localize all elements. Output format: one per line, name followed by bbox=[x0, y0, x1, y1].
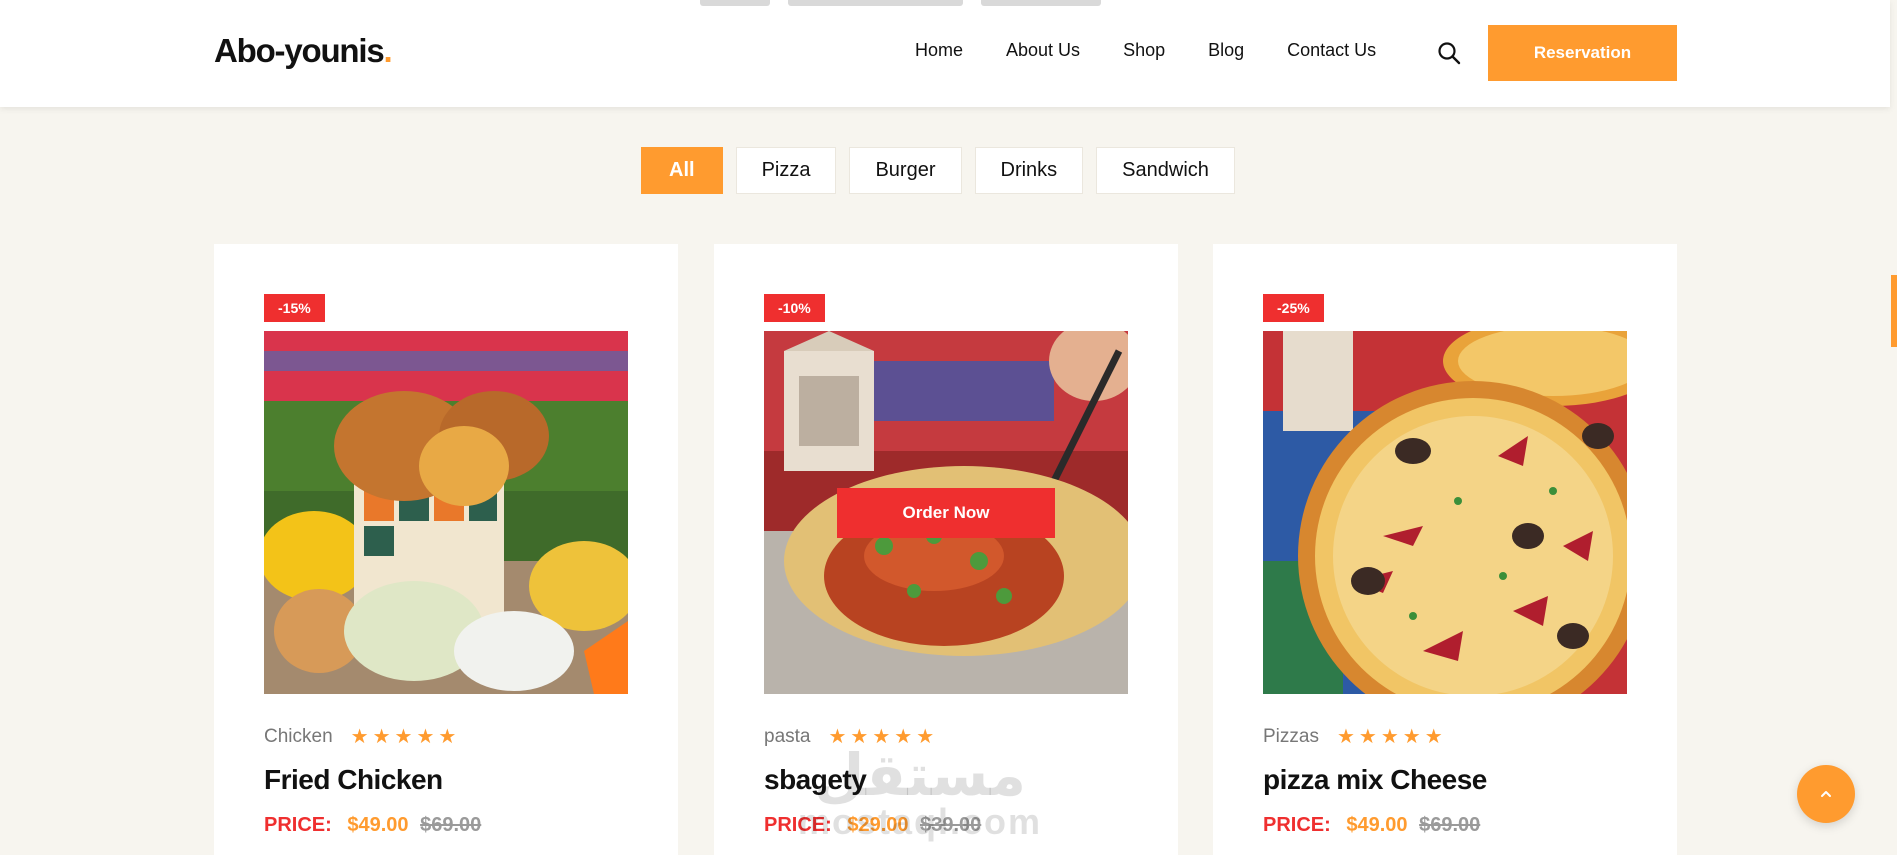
nav-contact-us[interactable]: Contact Us bbox=[1287, 40, 1376, 61]
product-meta: pasta ★★★★★ bbox=[764, 724, 938, 749]
nav-about-us[interactable]: About Us bbox=[1006, 40, 1080, 61]
nav-blog[interactable]: Blog bbox=[1208, 40, 1244, 61]
menu-filter-tabs: All Pizza Burger Drinks Sandwich bbox=[641, 147, 1235, 194]
discount-badge: -10% bbox=[764, 294, 825, 322]
search-icon[interactable] bbox=[1437, 41, 1461, 65]
rating-stars: ★★★★★ bbox=[350, 726, 461, 748]
nav-home[interactable]: Home bbox=[915, 40, 963, 61]
product-image-pizza-mix-cheese[interactable] bbox=[1263, 331, 1627, 694]
filter-drinks[interactable]: Drinks bbox=[974, 147, 1084, 194]
logo-text: Abo-younis bbox=[214, 32, 385, 69]
product-category: Pizzas bbox=[1263, 725, 1319, 747]
product-name[interactable]: Fried Chicken bbox=[264, 764, 443, 796]
old-price: $69.00 bbox=[420, 814, 482, 836]
rating-stars: ★★★★★ bbox=[1336, 726, 1447, 748]
filter-sandwich[interactable]: Sandwich bbox=[1096, 147, 1235, 194]
current-price: $49.00 bbox=[1346, 814, 1408, 836]
price-label: PRICE: bbox=[264, 814, 332, 836]
nav-shop[interactable]: Shop bbox=[1123, 40, 1165, 61]
product-price: PRICE: $29.00 $39.00 bbox=[764, 814, 981, 837]
filter-burger[interactable]: Burger bbox=[849, 147, 962, 194]
site-header: Abo-younis. Home About Us Shop Blog Cont… bbox=[0, 0, 1890, 107]
price-label: PRICE: bbox=[764, 814, 832, 836]
discount-badge: -25% bbox=[1263, 294, 1324, 322]
price-label: PRICE: bbox=[1263, 814, 1331, 836]
discount-badge: -15% bbox=[264, 294, 325, 322]
order-now-button[interactable]: Order Now bbox=[837, 488, 1055, 538]
product-meta: Pizzas ★★★★★ bbox=[1263, 724, 1447, 749]
scrollbar-thumb[interactable] bbox=[1891, 275, 1897, 347]
reservation-button[interactable]: Reservation bbox=[1488, 25, 1677, 81]
old-price: $69.00 bbox=[1419, 814, 1481, 836]
product-price: PRICE: $49.00 $69.00 bbox=[1263, 814, 1480, 837]
old-price: $39.00 bbox=[920, 814, 982, 836]
product-card[interactable]: -10% Order Now pasta ★★★★★ sbagety PRICE… bbox=[714, 244, 1178, 855]
product-name[interactable]: pizza mix Cheese bbox=[1263, 764, 1487, 796]
current-price: $49.00 bbox=[347, 814, 409, 836]
product-category: pasta bbox=[764, 725, 811, 747]
hero-title-peek bbox=[700, 0, 1190, 6]
filter-all[interactable]: All bbox=[641, 147, 723, 194]
product-card[interactable]: -15% Chicken ★★★★★ Fried Chicken PRICE: … bbox=[214, 244, 678, 855]
product-category: Chicken bbox=[264, 725, 333, 747]
product-name[interactable]: sbagety bbox=[764, 764, 867, 796]
filter-pizza[interactable]: Pizza bbox=[735, 147, 837, 194]
product-meta: Chicken ★★★★★ bbox=[264, 724, 460, 749]
chevron-up-icon bbox=[1821, 791, 1831, 797]
back-to-top-button[interactable] bbox=[1797, 765, 1855, 823]
logo[interactable]: Abo-younis. bbox=[214, 32, 393, 70]
product-image-fried-chicken[interactable] bbox=[264, 331, 628, 694]
current-price: $29.00 bbox=[847, 814, 909, 836]
product-card[interactable]: -25% Pizzas ★★★★★ pizza mix Cheese PRICE… bbox=[1213, 244, 1677, 855]
product-price: PRICE: $49.00 $69.00 bbox=[264, 814, 481, 837]
product-image-sbagety[interactable]: Order Now bbox=[764, 331, 1128, 694]
main-nav: Home About Us Shop Blog Contact Us bbox=[915, 40, 1419, 61]
logo-dot: . bbox=[383, 32, 392, 69]
rating-stars: ★★★★★ bbox=[828, 726, 939, 748]
